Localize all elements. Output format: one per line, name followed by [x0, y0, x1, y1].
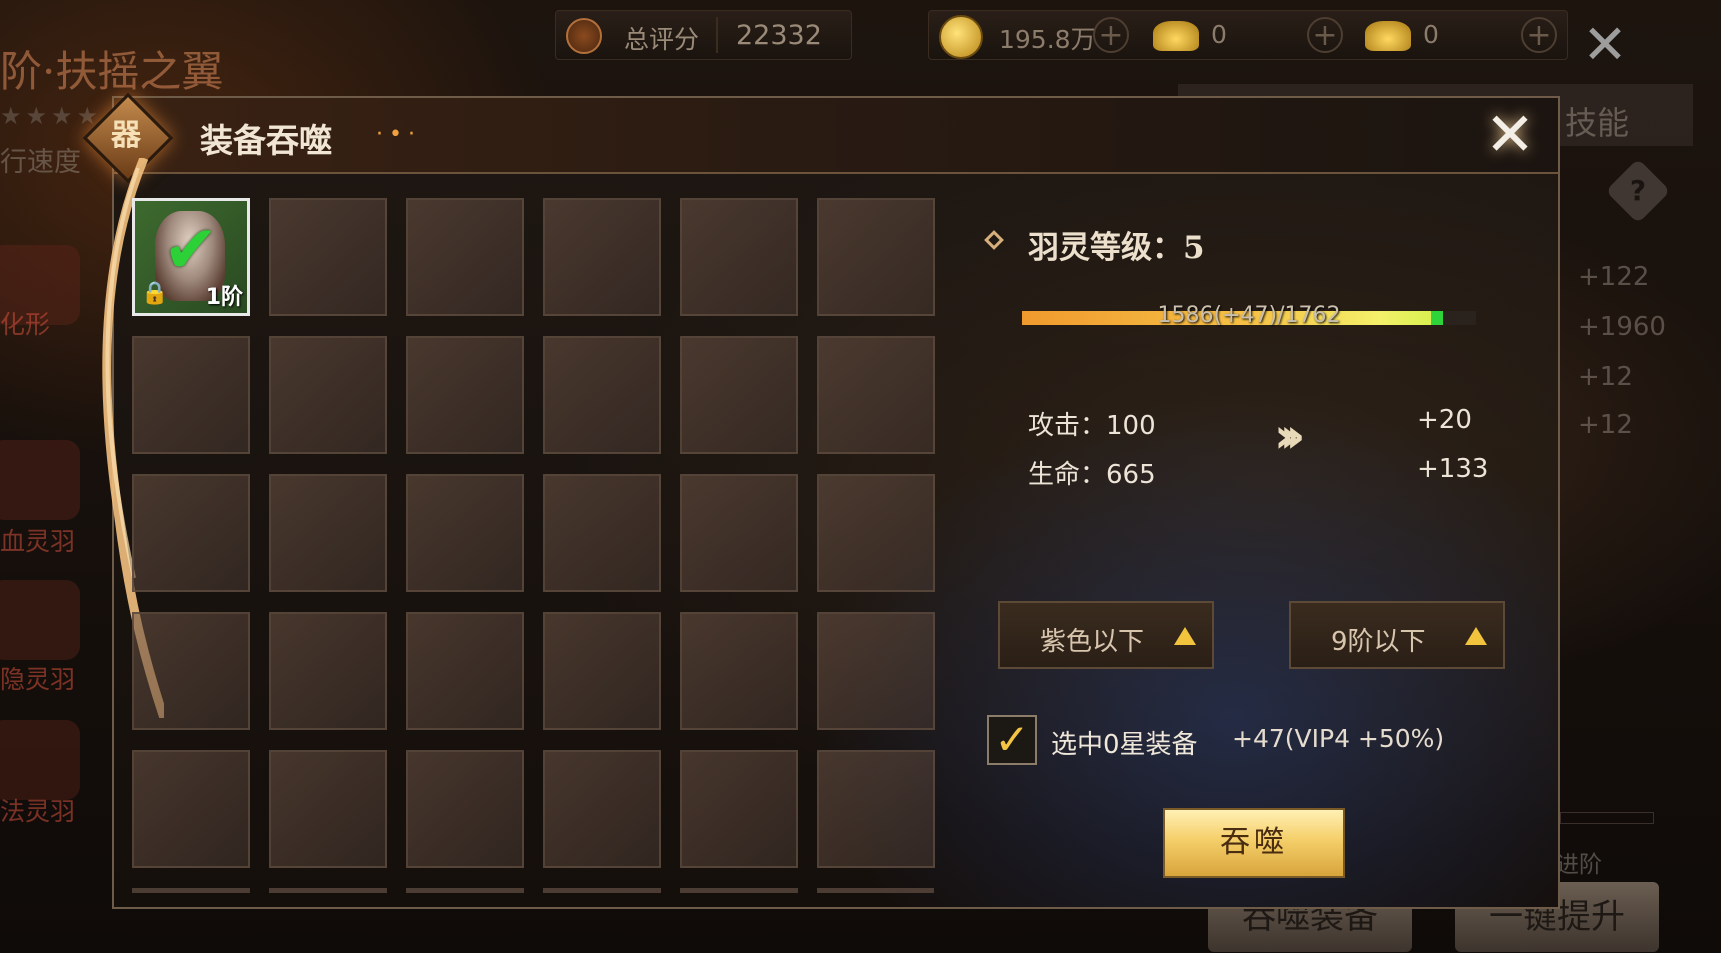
equipment-slot[interactable]	[817, 336, 935, 454]
currency-panel: 195.8万 + 0 + 0 +	[928, 10, 1568, 60]
equipment-slot-selected[interactable]: ✔ 🔒 1阶	[132, 198, 250, 316]
equipment-slot[interactable]	[406, 750, 524, 868]
equipment-slot[interactable]	[543, 612, 661, 730]
equipment-slot[interactable]	[680, 474, 798, 592]
equipment-slot[interactable]	[132, 336, 250, 454]
equipment-slot[interactable]	[817, 750, 935, 868]
equipment-slot[interactable]	[406, 336, 524, 454]
bg-stat-value: +1960	[1578, 312, 1666, 342]
gold-amount: 195.8万	[999, 25, 1096, 54]
equipment-slot[interactable]	[269, 612, 387, 730]
equipment-slot[interactable]	[406, 612, 524, 730]
score-value: 22332	[736, 20, 822, 51]
equipment-slot[interactable]	[406, 474, 524, 592]
equipment-slot[interactable]	[269, 750, 387, 868]
equipment-slot[interactable]	[817, 474, 935, 592]
equipment-slot[interactable]	[817, 612, 935, 730]
dialog-title: 装备吞噬	[200, 121, 332, 160]
tier-filter-label: 9阶以下	[1331, 627, 1426, 657]
equipment-slot[interactable]	[132, 750, 250, 868]
divider	[716, 17, 718, 53]
add-bound-ingot-button[interactable]: +	[1307, 17, 1343, 53]
equipment-devour-dialog: 器 装备吞噬 ·•· ✕ ✔ 🔒 1阶 羽灵等级：5 1586(+47)/176…	[82, 92, 1560, 909]
wing-title: 阶·扶摇之翼	[0, 47, 224, 96]
quality-filter-dropdown[interactable]: 紫色以下	[998, 601, 1214, 669]
devour-button[interactable]: 吞噬	[1163, 808, 1345, 878]
speed-label: 行速度	[0, 147, 81, 178]
diamond-bullet-icon	[984, 230, 1004, 250]
gold-coin-icon	[939, 15, 983, 59]
equipment-slot[interactable]	[269, 474, 387, 592]
bound-ingot-amount: 0	[1211, 20, 1227, 49]
dialog-header: 器 装备吞噬 ·•· ✕	[82, 92, 1558, 184]
tier-badge: 1阶	[205, 285, 243, 310]
equipment-slot[interactable]	[543, 198, 661, 316]
ingot-amount: 0	[1423, 20, 1439, 49]
add-gold-button[interactable]: +	[1093, 17, 1129, 53]
add-ingot-button[interactable]: +	[1521, 17, 1557, 53]
progress-text: 1586(+47)/1762	[1157, 303, 1341, 328]
lock-icon: 🔒	[141, 281, 169, 306]
stat-attack-gain: +20	[1417, 405, 1472, 435]
stat-attack: 攻击：100	[1028, 411, 1156, 441]
ingot-icon	[1365, 21, 1411, 51]
stat-health: 生命：665	[1028, 460, 1156, 490]
exp-bonus-text: +47(VIP4 +50%)	[1232, 724, 1445, 753]
bg-stat-value: +122	[1578, 262, 1650, 292]
equipment-slot[interactable]	[406, 198, 524, 316]
score-shield-icon	[566, 18, 602, 54]
grid-next-row-edge	[132, 888, 934, 893]
equipment-slot[interactable]	[543, 474, 661, 592]
equipment-grid: ✔ 🔒 1阶	[132, 198, 935, 868]
equipment-slot[interactable]	[132, 612, 250, 730]
equipment-slot[interactable]	[543, 750, 661, 868]
stat-health-gain: +133	[1417, 454, 1489, 484]
advance-label: 进阶	[1556, 852, 1602, 878]
total-score-panel: 总评分 22332	[555, 10, 852, 60]
help-icon[interactable]: ?	[1605, 158, 1671, 224]
side-tab-blood-feather-label: 血灵羽	[0, 527, 76, 556]
triangle-up-icon	[1465, 627, 1487, 645]
side-tab-hidden-feather-label: 隐灵羽	[0, 665, 76, 694]
quality-filter-label: 紫色以下	[1040, 627, 1145, 657]
equipment-slot[interactable]	[817, 198, 935, 316]
spark-decoration: ·•·	[376, 122, 421, 147]
side-tab-transform-label: 化形	[0, 310, 51, 339]
checkmark-icon: ✓	[994, 715, 1030, 764]
advance-progress-bar	[1560, 812, 1654, 824]
feather-spirit-level: 羽灵等级：5	[1028, 230, 1205, 266]
equipment-slot[interactable]	[680, 198, 798, 316]
equipment-slot[interactable]	[269, 198, 387, 316]
score-label: 总评分	[624, 25, 700, 54]
bg-stat-value: +12	[1578, 362, 1633, 392]
dialog-close-button[interactable]: ✕	[1480, 105, 1540, 166]
select-zero-star-checkbox[interactable]: ✓	[987, 715, 1037, 765]
bound-ingot-icon	[1153, 21, 1199, 51]
side-tab-hidden-feather[interactable]	[0, 580, 80, 660]
tier-filter-dropdown[interactable]: 9阶以下	[1289, 601, 1505, 669]
side-tab-blood-feather[interactable]	[0, 440, 80, 520]
close-icon[interactable]: ✕	[1580, 18, 1630, 72]
checkmark-icon: ✔	[163, 211, 219, 288]
equipment-slot[interactable]	[269, 336, 387, 454]
side-tab-law-feather-label: 法灵羽	[0, 797, 76, 826]
equipment-slot[interactable]	[680, 750, 798, 868]
bg-stat-value: +12	[1578, 410, 1633, 440]
equipment-slot[interactable]	[543, 336, 661, 454]
equipment-slot[interactable]	[680, 612, 798, 730]
equipment-slot[interactable]	[132, 474, 250, 592]
equipment-slot[interactable]	[680, 336, 798, 454]
select-zero-star-label: 选中0星装备	[1051, 730, 1198, 760]
tab-skills[interactable]: 技能	[1565, 98, 1629, 144]
side-tab-law-feather[interactable]	[0, 720, 80, 800]
triangle-up-icon	[1174, 627, 1196, 645]
double-chevron-right-icon: ›››	[1274, 408, 1306, 464]
